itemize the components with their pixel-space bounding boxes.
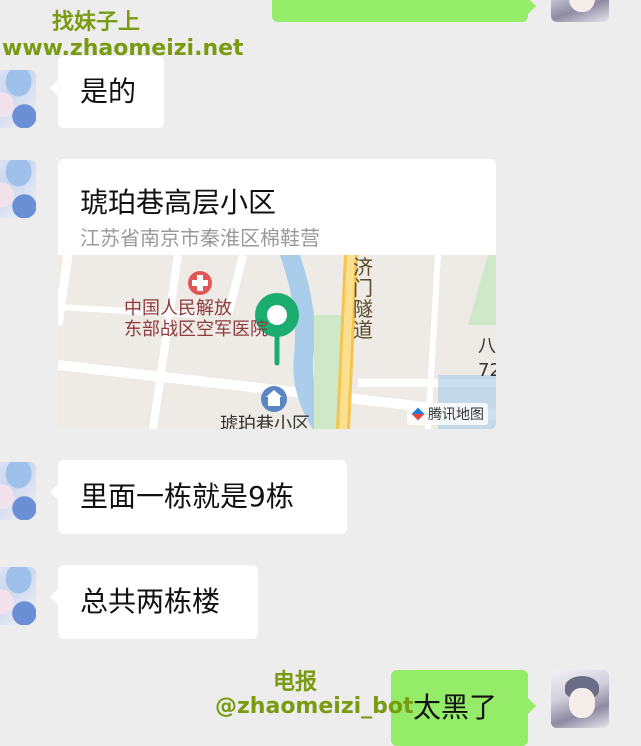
contact-avatar[interactable] <box>0 567 36 625</box>
location-address: 江苏省南京市秦淮区棉鞋营 <box>80 226 320 250</box>
contact-avatar[interactable] <box>0 70 36 128</box>
received-message-bubble[interactable]: 是的 <box>50 56 164 128</box>
location-title: 琥珀巷高层小区 <box>80 186 277 219</box>
contact-avatar[interactable] <box>0 462 36 520</box>
tencent-map-icon <box>411 407 425 421</box>
map-poi-hospital: 中国人民解放 东部战区空军医院 <box>124 298 268 340</box>
sent-message-bubble-partial[interactable] <box>272 0 536 22</box>
watermark-bottom-line2: @zhaomeizi_bot <box>215 694 414 719</box>
message-text: 里面一栋就是9栋 <box>80 480 294 513</box>
my-avatar[interactable] <box>551 0 609 22</box>
received-message-bubble[interactable]: 里面一栋就是9栋 <box>50 460 347 534</box>
map-poi-bottom: 琥珀巷小区 <box>220 414 310 429</box>
map-road-label: 济门隧道 <box>353 255 373 342</box>
map-edge-label-1: 八 <box>478 336 496 357</box>
message-text: 总共两栋楼 <box>80 585 221 618</box>
contact-avatar[interactable] <box>0 160 36 218</box>
my-avatar[interactable] <box>551 670 609 728</box>
message-text: 太黑了 <box>413 691 498 724</box>
watermark-bottom-line1: 电报 <box>273 670 318 695</box>
location-message-card[interactable]: 琥珀巷高层小区 江苏省南京市秦淮区棉鞋营 中国人民解放 东部战区空军医院 琥珀巷… <box>58 159 496 429</box>
map-provider-label: 腾讯地图 <box>428 407 484 423</box>
message-text: 是的 <box>80 75 137 108</box>
location-map-preview[interactable]: 中国人民解放 东部战区空军医院 琥珀巷小区 济门隧道 八 72 腾讯地图 <box>58 255 496 429</box>
received-message-bubble[interactable]: 总共两栋楼 <box>50 565 258 639</box>
map-edge-label-2: 72 <box>478 360 496 381</box>
watermark-top-line1: 找妹子上 <box>52 10 141 35</box>
map-provider-badge: 腾讯地图 <box>407 403 488 425</box>
